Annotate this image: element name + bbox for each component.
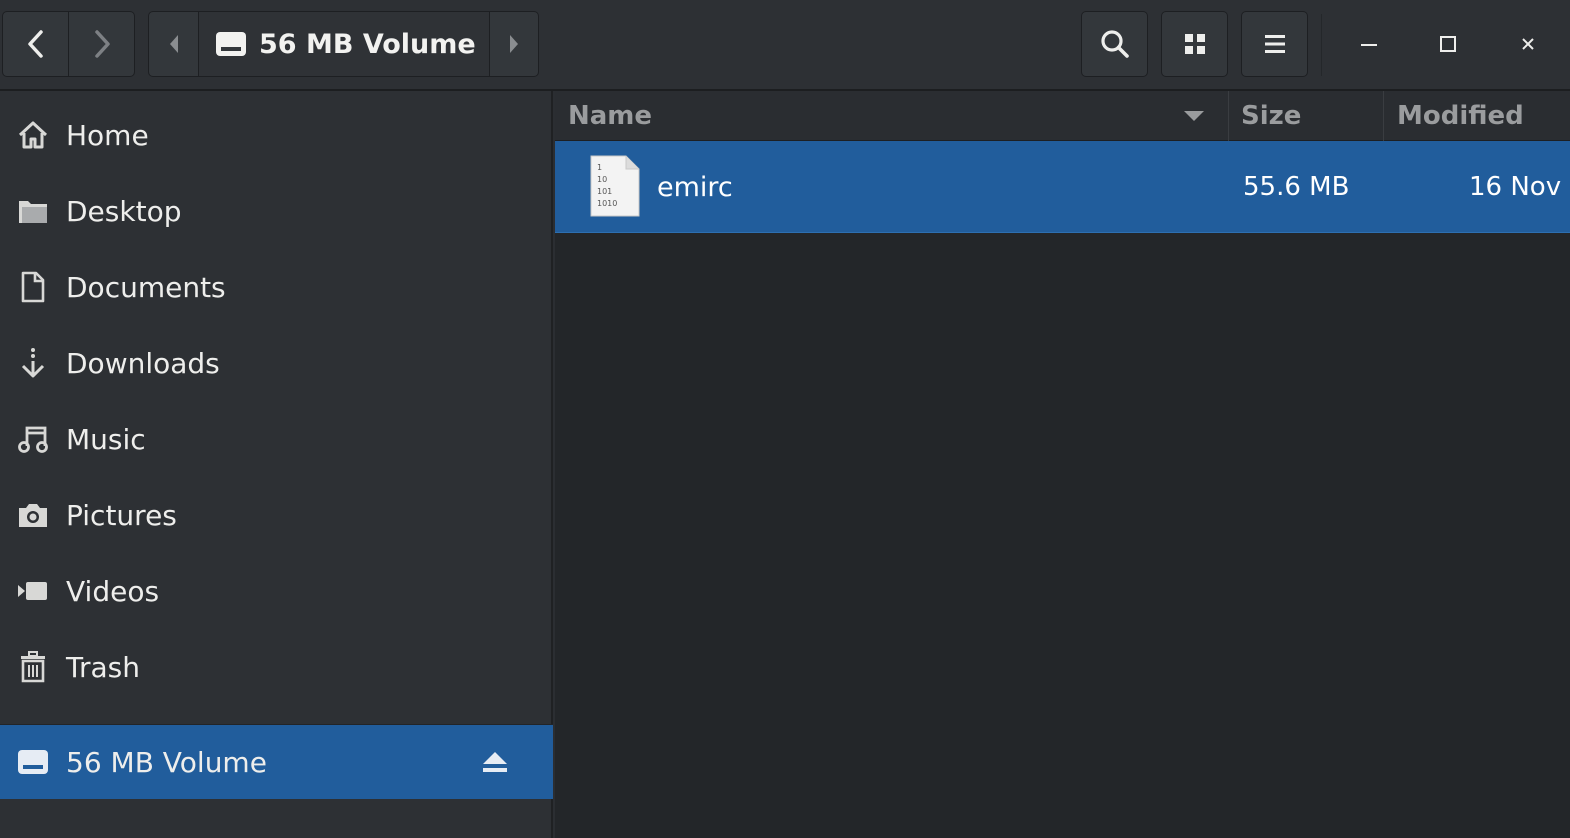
sidebar-item-label: Home (66, 118, 149, 152)
sidebar-item-label: Downloads (66, 346, 220, 380)
column-header-label: Name (568, 101, 653, 131)
chevron-left-icon (27, 30, 43, 58)
sidebar-item-label: Music (66, 422, 146, 456)
file-list-view: Name Size Modified 1 10 101 1010 emirc 5… (555, 91, 1570, 838)
grid-view-icon (1184, 34, 1205, 54)
triangle-left-icon (169, 35, 178, 53)
sidebar-item-label: Videos (66, 574, 160, 608)
back-button[interactable] (3, 12, 69, 76)
column-header-label: Modified (1397, 101, 1524, 131)
sidebar-item-desktop[interactable]: Desktop (0, 174, 553, 248)
column-header-name[interactable]: Name (568, 91, 1228, 141)
header-separator (1321, 14, 1322, 76)
close-button[interactable] (1498, 11, 1558, 77)
path-segment-label: 56 MB Volume (259, 28, 476, 60)
history-nav (2, 11, 135, 77)
header-bar: 56 MB Volume (0, 0, 1570, 91)
path-bar: 56 MB Volume (148, 11, 539, 77)
search-icon (1100, 30, 1129, 58)
music-icon (18, 426, 48, 453)
sort-descending-icon (1184, 111, 1204, 121)
column-header-modified[interactable]: Modified (1383, 91, 1570, 141)
column-header-row: Name Size Modified (555, 91, 1570, 141)
sidebar-item-videos[interactable]: Videos (0, 554, 553, 628)
sidebar-item-downloads[interactable]: Downloads (0, 326, 553, 400)
file-manager-window: 56 MB Volume Home Desktop Documents Down… (0, 0, 1570, 838)
sidebar-item-home[interactable]: Home (0, 98, 553, 172)
sidebar-item-label: Trash (66, 650, 140, 684)
maximize-button[interactable] (1418, 11, 1478, 77)
sidebar-item-label: Documents (66, 270, 226, 304)
minimize-icon (1361, 44, 1377, 46)
sidebar-item-56mb-volume[interactable]: 56 MB Volume (0, 725, 553, 799)
file-name: emirc (657, 171, 733, 203)
main-menu-button[interactable] (1241, 11, 1308, 77)
file-modified: 16 Nov (1469, 172, 1562, 202)
path-scroll-right-button[interactable] (489, 12, 538, 76)
search-button[interactable] (1081, 11, 1148, 77)
path-segment-volume[interactable]: 56 MB Volume (199, 12, 489, 76)
sidebar-item-trash[interactable]: Trash (0, 630, 553, 704)
eject-button[interactable] (477, 725, 513, 799)
document-icon (21, 271, 45, 303)
video-icon (18, 582, 47, 600)
hamburger-menu-icon (1264, 35, 1285, 53)
minimize-button[interactable] (1339, 11, 1399, 77)
sidebar-item-label: Pictures (66, 498, 177, 532)
svg-text:1: 1 (597, 163, 602, 172)
svg-text:101: 101 (597, 187, 612, 196)
forward-button[interactable] (69, 12, 134, 76)
drive-icon (18, 750, 48, 774)
sidebar-item-documents[interactable]: Documents (0, 250, 553, 324)
drive-icon (216, 32, 246, 56)
file-size: 55.6 MB (1243, 172, 1350, 202)
trash-icon (21, 651, 45, 683)
column-header-size[interactable]: Size (1228, 91, 1383, 141)
view-toggle-button[interactable] (1161, 11, 1228, 77)
svg-text:10: 10 (597, 175, 607, 184)
file-row[interactable]: 1 10 101 1010 emirc 55.6 MB 16 Nov (555, 141, 1570, 233)
svg-text:1010: 1010 (597, 199, 617, 208)
home-icon (18, 121, 48, 149)
sidebar-item-label: Desktop (66, 194, 182, 228)
maximize-icon (1440, 36, 1456, 52)
folder-icon (19, 201, 47, 223)
sidebar-item-label: 56 MB Volume (66, 745, 267, 779)
eject-icon (483, 752, 507, 772)
binary-file-icon: 1 10 101 1010 (590, 155, 640, 217)
places-sidebar: Home Desktop Documents Downloads Music P… (0, 91, 553, 838)
chevron-right-icon (95, 30, 110, 58)
camera-icon (19, 504, 47, 527)
path-scroll-left-button[interactable] (149, 12, 199, 76)
column-header-label: Size (1241, 101, 1302, 131)
close-icon (1522, 38, 1534, 50)
sidebar-item-pictures[interactable]: Pictures (0, 478, 553, 552)
triangle-right-icon (510, 35, 518, 53)
sidebar-item-music[interactable]: Music (0, 402, 553, 476)
download-icon (21, 348, 45, 378)
